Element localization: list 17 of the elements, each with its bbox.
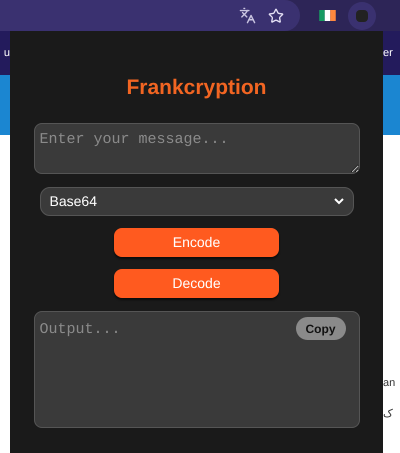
- message-input[interactable]: Enter your message...: [34, 123, 360, 174]
- chevron-down-icon: [334, 198, 344, 205]
- method-select[interactable]: Base64: [40, 187, 354, 216]
- flag-icon[interactable]: [319, 10, 336, 21]
- page-text: er: [383, 46, 393, 61]
- page-text: ک: [383, 406, 394, 422]
- page-text: u: [4, 46, 10, 61]
- app-title: Frankcryption: [126, 75, 267, 101]
- copy-button[interactable]: Copy: [296, 317, 346, 340]
- translate-icon[interactable]: [239, 7, 256, 24]
- page-banner: [0, 75, 10, 135]
- decode-button[interactable]: Decode: [114, 269, 279, 298]
- bookmark-star-icon[interactable]: [268, 8, 284, 24]
- page-banner: [383, 75, 400, 135]
- page-text: an: [383, 376, 396, 391]
- encode-button[interactable]: Encode: [114, 228, 279, 257]
- output-field[interactable]: Output... Copy: [34, 311, 360, 428]
